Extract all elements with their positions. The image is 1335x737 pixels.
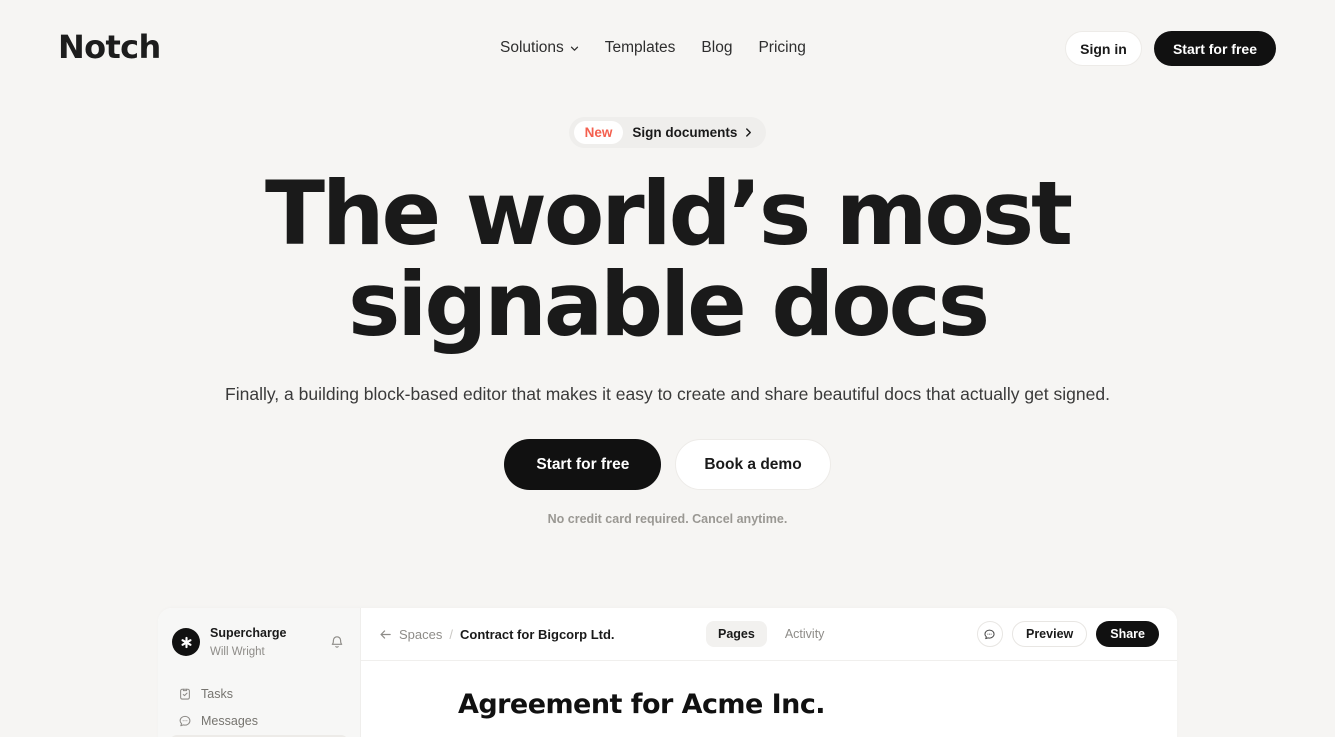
workspace-meta: Supercharge Will Wright bbox=[210, 624, 318, 661]
announcement-new-badge: New bbox=[573, 121, 624, 144]
tab-pages[interactable]: Pages bbox=[706, 621, 767, 647]
share-button[interactable]: Share bbox=[1096, 621, 1159, 647]
sidebar-item-messages[interactable]: Messages bbox=[170, 708, 348, 735]
nav-item-label: Solutions bbox=[500, 39, 564, 56]
user-name: Will Wright bbox=[210, 646, 265, 659]
book-a-demo-button[interactable]: Book a demo bbox=[675, 439, 831, 490]
arrow-left-icon[interactable] bbox=[379, 628, 392, 641]
hero-cta-group: Start for free Book a demo bbox=[0, 439, 1335, 490]
nav-item-blog[interactable]: Blog bbox=[701, 38, 732, 58]
bell-icon[interactable] bbox=[328, 633, 346, 651]
breadcrumb-separator: / bbox=[449, 626, 453, 642]
breadcrumb-current: Contract for Bigcorp Ltd. bbox=[460, 626, 615, 642]
app-main: Spaces / Contract for Bigcorp Ltd. Pages… bbox=[361, 608, 1177, 737]
app-sidebar: Supercharge Will Wright Tasks Messages bbox=[158, 608, 361, 737]
announcement-pill[interactable]: New Sign documents bbox=[568, 117, 767, 148]
nav-item-label: Templates bbox=[604, 39, 676, 56]
site-header: Notch Solutions Templates Blog Pricing S… bbox=[0, 0, 1335, 96]
nav-item-solutions[interactable]: Solutions bbox=[500, 38, 579, 58]
nav-item-label: Pricing bbox=[758, 39, 806, 56]
preview-button[interactable]: Preview bbox=[1011, 621, 1088, 647]
page-title: The world’s most signable docs bbox=[0, 168, 1335, 350]
nav-item-templates[interactable]: Templates bbox=[605, 38, 676, 58]
hero-title-line-2: signable docs bbox=[348, 253, 990, 356]
clipboard-check-icon bbox=[178, 687, 192, 701]
sidebar-nav: Tasks Messages bbox=[170, 681, 348, 737]
workspace-switcher[interactable]: Supercharge Will Wright bbox=[170, 620, 348, 665]
comment-icon[interactable] bbox=[976, 621, 1003, 647]
start-for-free-button-header[interactable]: Start for free bbox=[1153, 31, 1276, 66]
hero-section: New Sign documents The world’s most sign… bbox=[0, 96, 1335, 526]
header-actions: Sign in Start for free bbox=[1064, 31, 1276, 66]
brand-logo[interactable]: Notch bbox=[58, 31, 161, 63]
sign-in-button[interactable]: Sign in bbox=[1064, 31, 1142, 66]
announcement-label: Sign documents bbox=[632, 125, 738, 140]
breadcrumb-root[interactable]: Spaces bbox=[399, 627, 442, 642]
hero-note: No credit card required. Cancel anytime. bbox=[547, 512, 788, 526]
document-area: Agreement for Acme Inc. bbox=[361, 661, 1177, 737]
nav-item-pricing[interactable]: Pricing bbox=[758, 38, 805, 58]
sidebar-item-label: Messages bbox=[201, 714, 258, 729]
chevron-right-icon bbox=[745, 127, 752, 138]
workspace-name: Supercharge bbox=[210, 626, 287, 640]
chevron-down-icon bbox=[570, 44, 579, 53]
breadcrumb: Spaces / Contract for Bigcorp Ltd. bbox=[379, 627, 615, 642]
app-actions: Preview Share bbox=[976, 621, 1159, 647]
sidebar-item-tasks[interactable]: Tasks bbox=[170, 681, 348, 708]
sidebar-item-label: Tasks bbox=[201, 687, 233, 702]
announcement-wrapper: New Sign documents bbox=[0, 117, 1335, 148]
app-topbar: Spaces / Contract for Bigcorp Ltd. Pages… bbox=[361, 608, 1177, 661]
main-navigation: Solutions Templates Blog Pricing bbox=[500, 38, 806, 58]
app-tabs: Pages Activity bbox=[706, 621, 836, 647]
hero-subtitle: Finally, a building block-based editor t… bbox=[225, 384, 1110, 404]
tab-activity[interactable]: Activity bbox=[773, 621, 837, 647]
avatar bbox=[172, 628, 200, 657]
app-preview-card: Supercharge Will Wright Tasks Messages S… bbox=[158, 608, 1177, 737]
start-for-free-button-hero[interactable]: Start for free bbox=[504, 439, 662, 490]
document-title[interactable]: Agreement for Acme Inc. bbox=[458, 689, 1177, 721]
hero-title-line-1: The world’s most bbox=[264, 162, 1073, 265]
chat-bubble-icon bbox=[178, 714, 192, 728]
nav-item-label: Blog bbox=[701, 39, 733, 56]
